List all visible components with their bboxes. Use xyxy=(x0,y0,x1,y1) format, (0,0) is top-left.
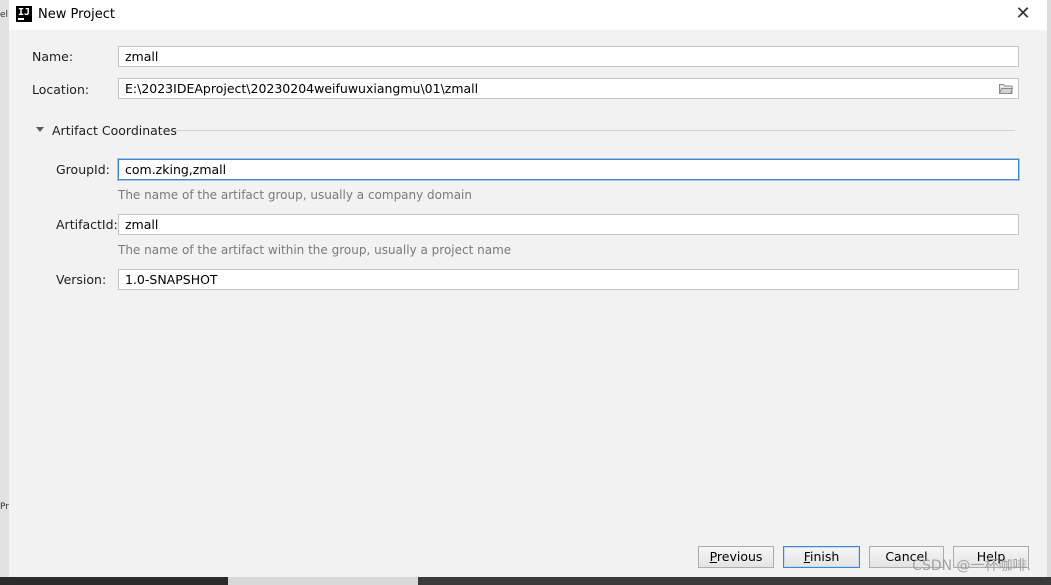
groupid-label: GroupId: xyxy=(56,162,110,177)
close-icon[interactable]: ✕ xyxy=(1013,4,1033,24)
location-value: E:\2023IDEAproject\20230204weifuwuxiangm… xyxy=(125,81,479,96)
intellij-logo-icon: IJ xyxy=(16,6,32,22)
name-field[interactable]: zmall xyxy=(118,46,1019,67)
watermark: CSDN @一杯咖啡. xyxy=(912,558,1031,574)
folder-icon[interactable] xyxy=(999,83,1013,94)
artifactid-field[interactable]: zmall xyxy=(118,214,1019,235)
artifactid-hint: The name of the artifact within the grou… xyxy=(118,243,512,257)
new-project-dialog: IJ New Project ✕ Name: zmall Location: E… xyxy=(9,0,1047,577)
previous-mnemonic: P xyxy=(709,549,717,564)
previous-label: revious xyxy=(716,549,763,564)
previous-button[interactable]: Previous xyxy=(698,546,774,568)
location-field[interactable]: E:\2023IDEAproject\20230204weifuwuxiangm… xyxy=(118,78,1019,99)
background-fragment: el xyxy=(0,10,9,20)
background-panel xyxy=(418,577,1051,585)
location-label: Location: xyxy=(32,82,90,97)
window-title: New Project xyxy=(38,7,115,22)
artifactid-label: ArtifactId: xyxy=(56,217,118,232)
version-field[interactable]: 1.0-SNAPSHOT xyxy=(118,269,1019,290)
background-window-edge-right xyxy=(1047,0,1051,585)
name-label: Name: xyxy=(32,49,74,64)
triangle-down-icon[interactable] xyxy=(35,124,45,134)
section-divider xyxy=(175,130,1015,131)
background-fragment: Pr xyxy=(0,502,9,512)
title-bar: IJ New Project ✕ xyxy=(9,0,1047,30)
background-taskbar xyxy=(0,577,1051,585)
finish-label: inish xyxy=(809,549,840,564)
groupid-field[interactable]: com.zking,zmall xyxy=(118,159,1019,180)
background-panel xyxy=(0,577,228,585)
finish-button[interactable]: Finish xyxy=(783,546,860,568)
version-label: Version: xyxy=(56,272,107,287)
artifact-coordinates-title[interactable]: Artifact Coordinates xyxy=(52,123,177,138)
groupid-hint: The name of the artifact group, usually … xyxy=(118,188,472,202)
